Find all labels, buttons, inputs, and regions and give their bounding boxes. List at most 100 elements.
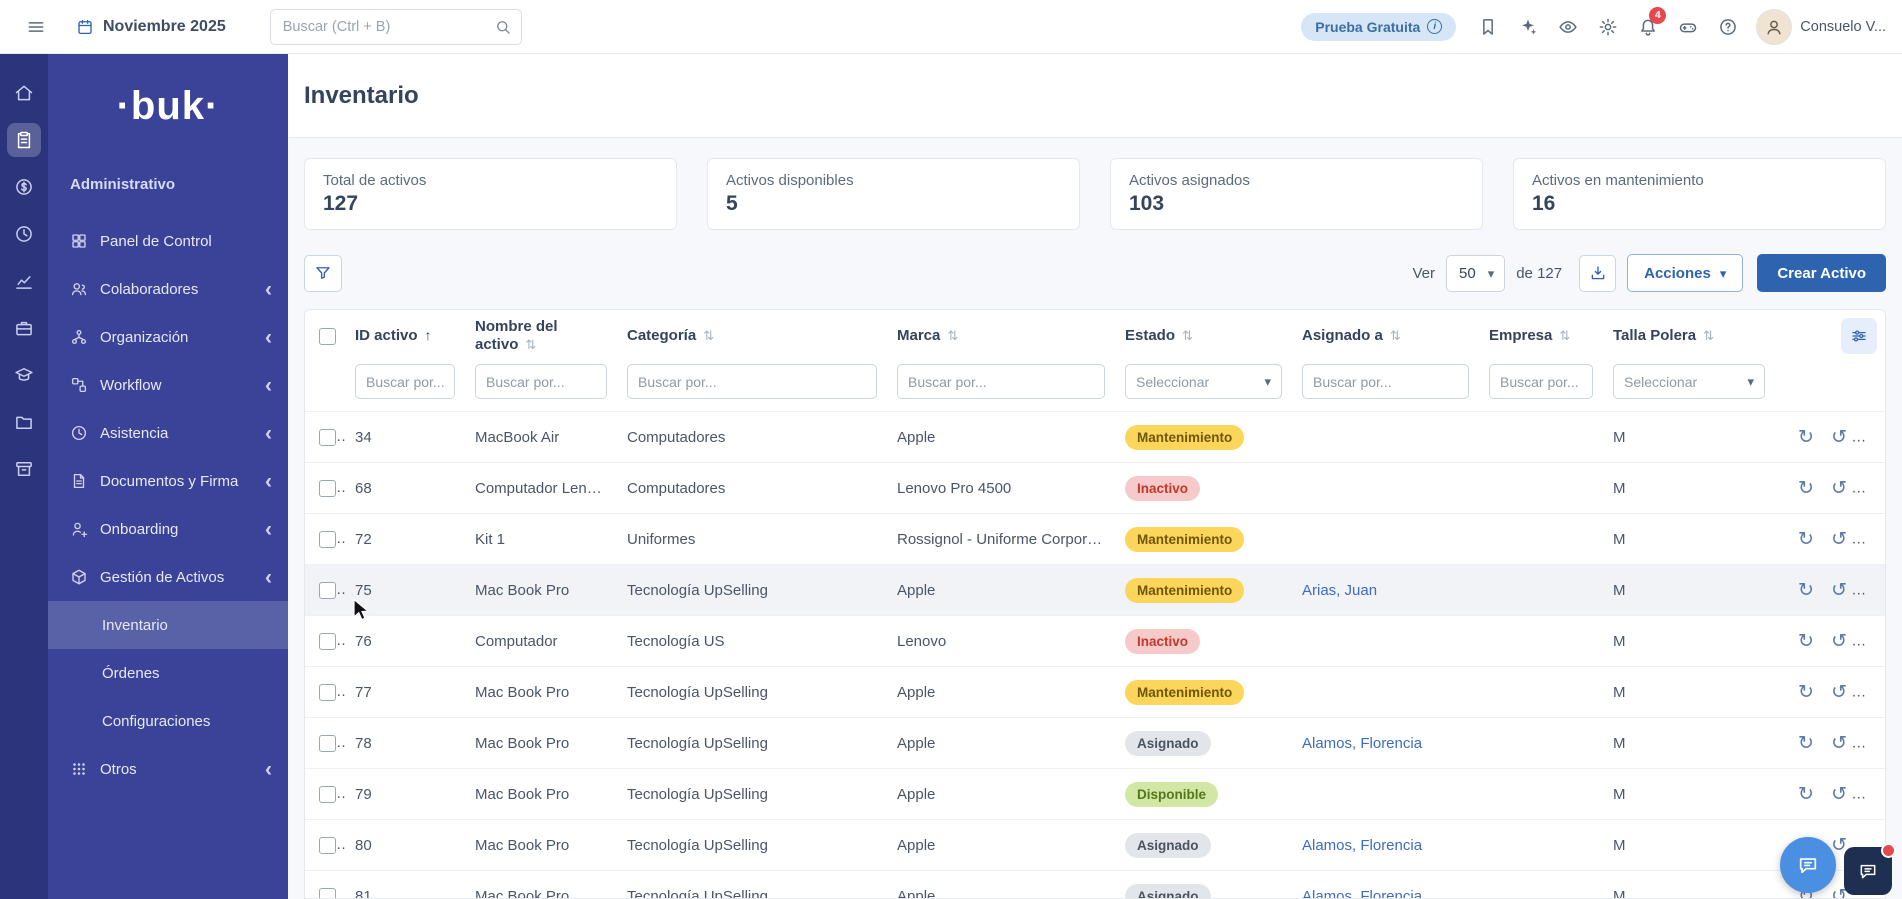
history-icon[interactable]: ↺	[1831, 632, 1847, 651]
help-button[interactable]	[1708, 7, 1748, 47]
table-row[interactable]: 76 Computador Tecnología US Lenovo Inact…	[305, 616, 1886, 667]
bookmarks-button[interactable]	[1468, 7, 1508, 47]
table-row[interactable]: 78 Mac Book Pro Tecnología UpSelling App…	[305, 718, 1886, 769]
search-icon[interactable]	[494, 18, 512, 36]
assigned-link[interactable]: Alamos, Florencia	[1302, 735, 1422, 752]
chat-widget-button[interactable]	[1780, 837, 1836, 893]
export-button[interactable]	[1579, 255, 1616, 292]
column-header-talla-polera[interactable]: Talla Polera⇅	[1603, 310, 1775, 362]
row-menu-icon[interactable]: ⋮	[1864, 530, 1882, 548]
rail-asistencia-button[interactable]	[7, 217, 41, 251]
assigned-link[interactable]: Arias, Juan	[1302, 582, 1377, 599]
filter-select-talla-polera[interactable]: Seleccionar▾	[1613, 364, 1765, 399]
user-name[interactable]: Consuelo V...	[1800, 19, 1886, 35]
table-row[interactable]: 79 Mac Book Pro Tecnología UpSelling App…	[305, 769, 1886, 820]
assigned-link[interactable]: Alamos, Florencia	[1302, 837, 1422, 854]
table-row[interactable]: 80 Mac Book Pro Tecnología UpSelling App…	[305, 820, 1886, 871]
acciones-button[interactable]: Acciones ▾	[1627, 254, 1743, 292]
row-menu-icon[interactable]: ⋮	[1864, 479, 1882, 497]
row-menu-icon[interactable]: ⋮	[1864, 734, 1882, 752]
column-header-marca[interactable]: Marca⇅	[887, 310, 1115, 362]
rail-archivo-button[interactable]	[7, 452, 41, 486]
row-menu-icon[interactable]: ⋮	[1864, 632, 1882, 650]
sidebar-item-organizacion[interactable]: Organización‹	[48, 313, 288, 361]
history-icon[interactable]: ↺	[1831, 734, 1847, 753]
avatar[interactable]	[1756, 9, 1792, 45]
sync-icon[interactable]: ↻	[1798, 683, 1814, 702]
row-checkbox[interactable]	[319, 531, 336, 548]
sidebar-item-panel-de-control[interactable]: Panel de Control	[48, 217, 288, 265]
row-checkbox[interactable]	[319, 633, 336, 650]
row-menu-icon[interactable]: ⋮	[1864, 581, 1882, 599]
rail-assets-button[interactable]	[7, 123, 41, 157]
ai-assistant-button[interactable]	[1508, 7, 1548, 47]
rail-capacitacion-button[interactable]	[7, 358, 41, 392]
sidebar-subitem-inventario[interactable]: Inventario	[48, 601, 288, 649]
row-checkbox[interactable]	[319, 684, 336, 701]
rail-remuneraciones-button[interactable]	[7, 170, 41, 204]
row-checkbox[interactable]	[319, 582, 336, 599]
history-icon[interactable]: ↺	[1831, 683, 1847, 702]
sync-icon[interactable]: ↻	[1798, 785, 1814, 804]
filter-input-empresa[interactable]	[1489, 364, 1593, 399]
table-row[interactable]: 68 Computador Lenovo Computadores Lenovo…	[305, 463, 1886, 514]
row-menu-icon[interactable]: ⋮	[1864, 683, 1882, 701]
row-menu-icon[interactable]: ⋮	[1864, 785, 1882, 803]
column-header-id-activo[interactable]: ID activo↑	[345, 310, 465, 362]
column-header-categoria[interactable]: Categoría⇅	[617, 310, 887, 362]
sync-icon[interactable]: ↻	[1798, 530, 1814, 549]
row-checkbox[interactable]	[319, 480, 336, 497]
row-checkbox[interactable]	[319, 735, 336, 752]
search-input[interactable]	[270, 9, 522, 45]
column-header-empresa[interactable]: Empresa⇅	[1479, 310, 1603, 362]
filter-input-asignado-a[interactable]	[1302, 364, 1469, 399]
row-checkbox[interactable]	[319, 888, 336, 899]
row-checkbox[interactable]	[319, 429, 336, 446]
row-menu-icon[interactable]: ⋮	[1864, 428, 1882, 446]
select-all-checkbox[interactable]	[319, 328, 336, 345]
rail-beneficios-button[interactable]	[7, 311, 41, 345]
preview-button[interactable]	[1548, 7, 1588, 47]
sync-icon[interactable]: ↻	[1798, 479, 1814, 498]
table-row[interactable]: 81 Mac Book Pro Tecnología UpSelling App…	[305, 871, 1886, 899]
menu-button[interactable]	[16, 7, 56, 47]
filter-input-categoria[interactable]	[627, 364, 877, 399]
trial-badge[interactable]: Prueba Gratuita i	[1301, 13, 1456, 41]
sidebar-item-otros[interactable]: Otros ‹	[48, 745, 288, 793]
sidebar-item-colaboradores[interactable]: Colaboradores‹	[48, 265, 288, 313]
history-icon[interactable]: ↺	[1831, 428, 1847, 447]
filter-input-id-activo[interactable]	[355, 364, 455, 399]
history-icon[interactable]: ↺	[1831, 785, 1847, 804]
sync-icon[interactable]: ↻	[1798, 632, 1814, 651]
filter-button[interactable]	[304, 255, 342, 292]
rail-documentos-button[interactable]	[7, 405, 41, 439]
sidebar-subitem-ordenes[interactable]: Órdenes	[48, 649, 288, 697]
sidebar-item-workflow[interactable]: Workflow‹	[48, 361, 288, 409]
sync-icon[interactable]: ↻	[1798, 734, 1814, 753]
sidebar-item-gestion-de-activos[interactable]: Gestión de Activos‹	[48, 553, 288, 601]
crear-activo-button[interactable]: Crear Activo	[1757, 254, 1886, 292]
table-row[interactable]: 75 Mac Book Pro Tecnología UpSelling App…	[305, 565, 1886, 616]
feedback-button[interactable]	[1668, 7, 1708, 47]
row-checkbox[interactable]	[319, 837, 336, 854]
history-icon[interactable]: ↺	[1831, 530, 1847, 549]
column-header-asignado-a[interactable]: Asignado a⇅	[1292, 310, 1479, 362]
table-row[interactable]: 77 Mac Book Pro Tecnología UpSelling App…	[305, 667, 1886, 718]
period-selector[interactable]: Noviembre 2025	[76, 18, 226, 36]
filter-input-nombre-del-activo[interactable]	[475, 364, 607, 399]
column-header-nombre-del-activo[interactable]: Nombre del activo⇅	[465, 310, 617, 362]
sidebar-item-documentos-y-firma[interactable]: Documentos y Firma‹	[48, 457, 288, 505]
assigned-link[interactable]: Alamos, Florencia	[1302, 888, 1422, 899]
history-icon[interactable]: ↺	[1831, 581, 1847, 600]
page-size-select[interactable]: 50 ▾	[1446, 255, 1505, 292]
sidebar-item-onboarding[interactable]: Onboarding‹	[48, 505, 288, 553]
filter-select-estado[interactable]: Seleccionar▾	[1125, 364, 1282, 399]
sync-icon[interactable]: ↻	[1798, 581, 1814, 600]
settings-button[interactable]	[1588, 7, 1628, 47]
table-row[interactable]: 72 Kit 1 Uniformes Rossignol - Uniforme …	[305, 514, 1886, 565]
support-chat-button[interactable]	[1844, 847, 1892, 895]
rail-reportes-button[interactable]	[7, 264, 41, 298]
sidebar-subitem-configuraciones[interactable]: Configuraciones	[48, 697, 288, 745]
history-icon[interactable]: ↺	[1831, 479, 1847, 498]
rail-home-button[interactable]	[7, 76, 41, 110]
